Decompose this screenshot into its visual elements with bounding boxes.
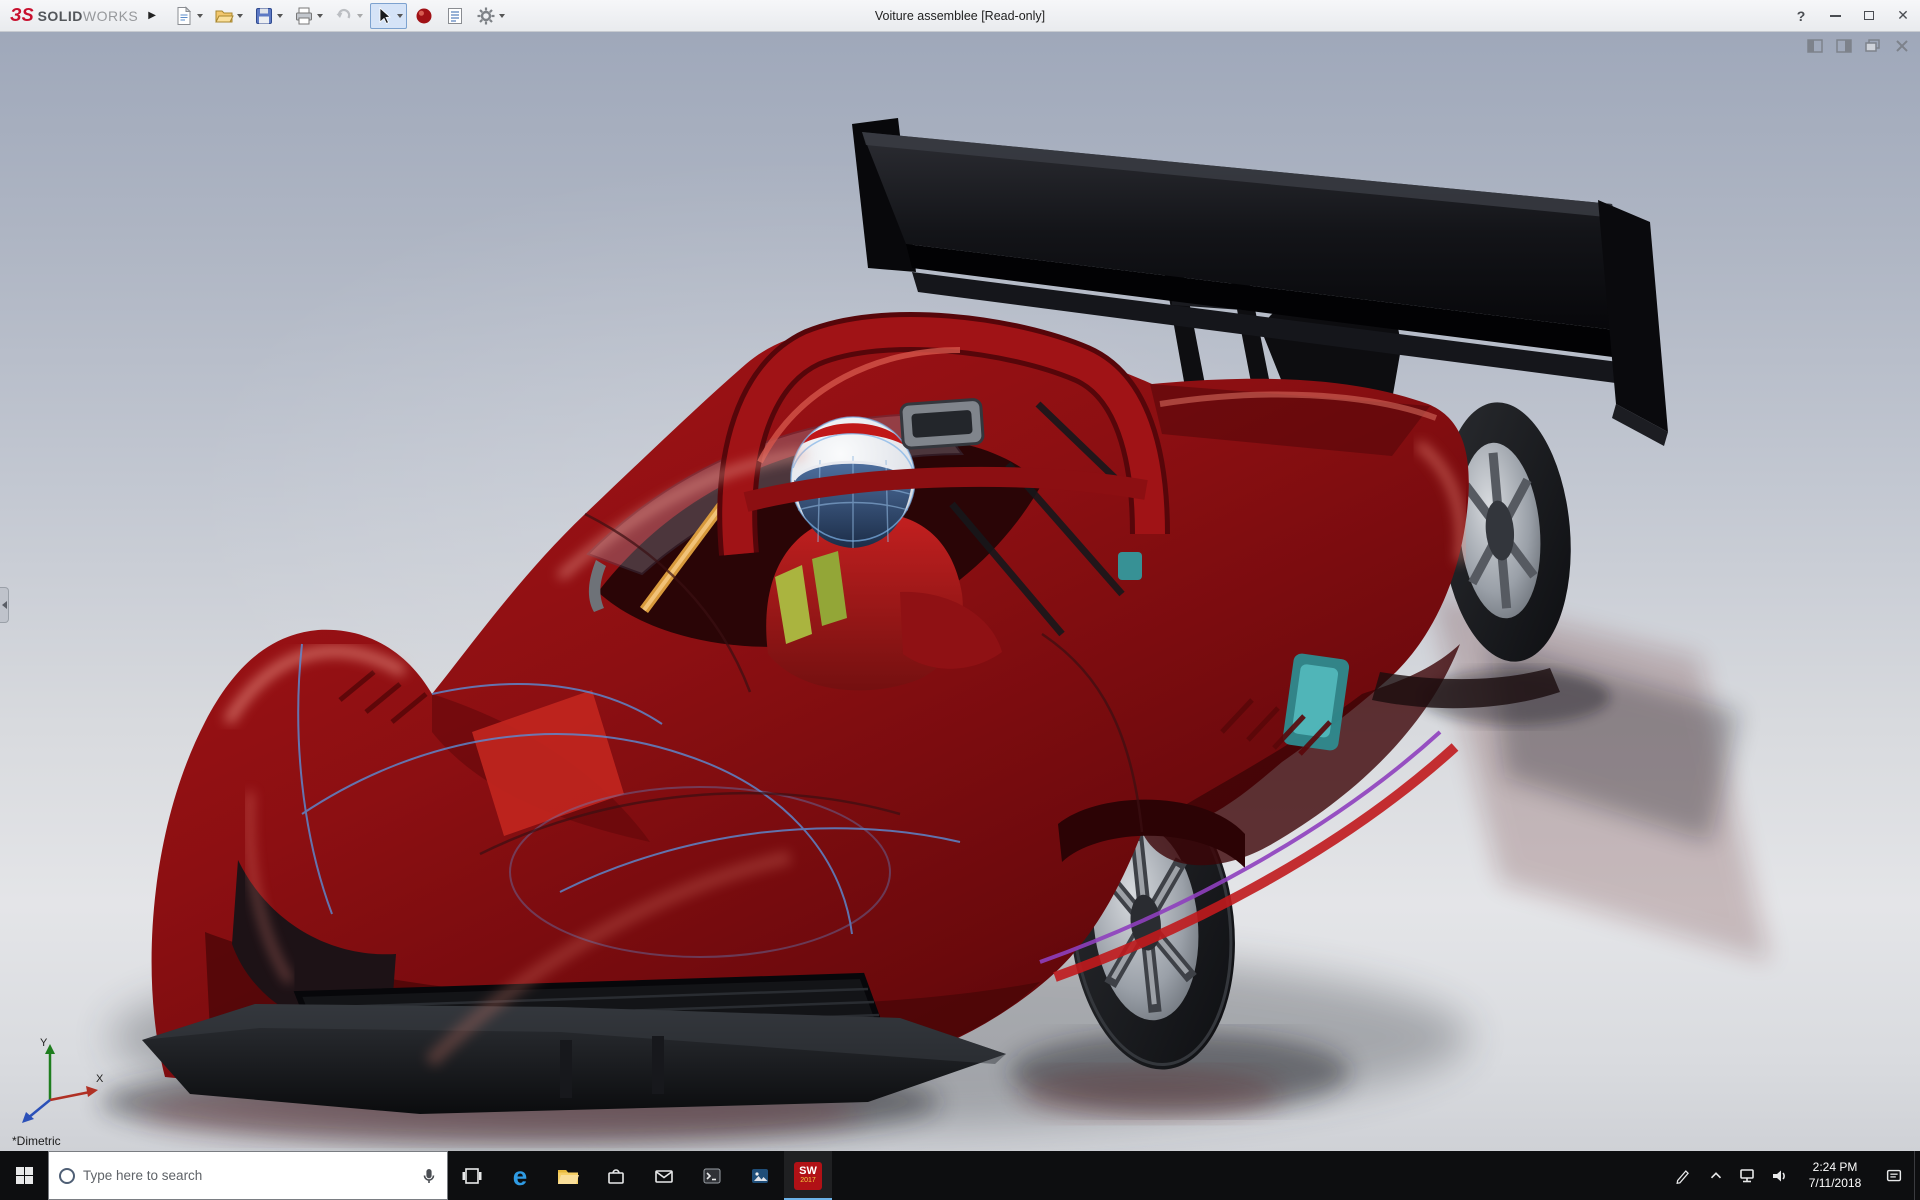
panel-collapse-handle[interactable] [0, 587, 9, 623]
close-icon [1895, 39, 1908, 52]
new-document-button[interactable] [170, 3, 207, 29]
help-button[interactable]: ? [1784, 0, 1818, 31]
task-view-button[interactable] [448, 1151, 496, 1200]
show-desktop-button[interactable] [1914, 1151, 1920, 1200]
appearance-sphere-icon [416, 8, 432, 23]
minimize-button[interactable] [1818, 0, 1852, 31]
pen-icon[interactable] [1668, 1151, 1700, 1200]
dropdown-caret [316, 13, 323, 18]
command-prompt-icon [703, 1168, 721, 1183]
undo-icon [336, 8, 351, 18]
dropdown-caret [498, 13, 505, 18]
taskbar-app-mail[interactable] [640, 1151, 688, 1200]
brand-works: WORKS [82, 8, 139, 24]
windows-taskbar: e SW 2017 2:24 PM 7/11/20 [0, 1151, 1920, 1200]
edge-icon: e [512, 1160, 528, 1191]
search-input[interactable] [83, 1168, 413, 1183]
window-controls: ? ✕ [1784, 0, 1920, 31]
system-tray: 2:24 PM 7/11/2018 [1668, 1151, 1920, 1200]
appearances-button[interactable] [410, 3, 438, 29]
search-circle-icon [59, 1167, 75, 1184]
maximize-icon [1864, 11, 1874, 20]
x-axis-arrow [86, 1086, 98, 1097]
save-icon [255, 7, 272, 24]
taskbar-app-store[interactable] [592, 1151, 640, 1200]
front-splitter [142, 1004, 1006, 1114]
clock-date: 7/11/2018 [1808, 1175, 1862, 1190]
options-gear-icon [477, 7, 495, 24]
photos-icon [752, 1168, 768, 1183]
select-tool-button[interactable] [369, 2, 407, 29]
close-document-button[interactable] [1893, 38, 1910, 53]
new-document-icon [177, 5, 192, 25]
taskbar-app-command-prompt[interactable] [688, 1151, 736, 1200]
print-icon [295, 7, 312, 24]
taskbar-app-solidworks-2017[interactable]: SW 2017 [784, 1151, 832, 1200]
taskbar-clock[interactable]: 2:24 PM 7/11/2018 [1796, 1151, 1874, 1200]
solidworks-logo: ЗS SOLID WORKS [0, 5, 144, 26]
task-view-icon [462, 1167, 482, 1184]
action-center-icon[interactable] [1874, 1151, 1914, 1200]
taskbar-app-file-explorer[interactable] [544, 1151, 592, 1200]
store-icon [608, 1168, 624, 1184]
select-cursor-icon [379, 6, 391, 24]
view-orientation-label: *Dimetric [12, 1134, 61, 1148]
file-properties-button[interactable] [441, 3, 469, 29]
solidworks-icon: SW 2017 [794, 1161, 822, 1190]
taskbar-search[interactable] [48, 1151, 448, 1200]
clock-time: 2:24 PM [1812, 1159, 1858, 1174]
quick-access-toolbar [170, 2, 509, 29]
microphone-icon[interactable] [419, 1166, 439, 1186]
orientation-triad: Y X [22, 1037, 104, 1123]
mail-icon [655, 1169, 673, 1183]
file-properties-icon [447, 7, 462, 24]
dassault-3ds-mark: ЗS [10, 5, 34, 25]
hidden-icons-chevron[interactable] [1700, 1151, 1732, 1200]
rear-view-mirror [899, 398, 985, 450]
restore-icon [1864, 38, 1880, 52]
undo-button[interactable] [330, 3, 367, 29]
network-icon[interactable] [1732, 1151, 1764, 1200]
tile-right-icon [1835, 38, 1852, 53]
document-window-controls [1806, 38, 1910, 53]
windows-logo-icon [15, 1167, 33, 1184]
y-axis-label: Y [40, 1037, 48, 1049]
dropdown-caret [356, 13, 363, 18]
volume-icon[interactable] [1764, 1151, 1796, 1200]
solidworks-titlebar: ЗS SOLID WORKS ▶ Voiture assemblee [Read… [0, 0, 1920, 32]
open-folder-icon [215, 10, 234, 22]
restore-document-button[interactable] [1864, 38, 1881, 53]
dropdown-caret [196, 13, 203, 18]
tile-right-button[interactable] [1835, 38, 1852, 53]
brand-solid: SOLID [37, 8, 83, 24]
close-button[interactable]: ✕ [1886, 0, 1920, 31]
document-title: Voiture assemblee [Read-only] [874, 8, 1046, 23]
maximize-button[interactable] [1852, 0, 1886, 31]
x-axis-label: X [96, 1073, 104, 1085]
print-button[interactable] [290, 3, 327, 29]
dropdown-caret [276, 13, 283, 18]
menu-expand-arrow[interactable]: ▶ [148, 10, 156, 21]
dropdown-caret [396, 13, 403, 18]
taskbar-app-edge[interactable]: e [496, 1151, 544, 1200]
dropdown-caret [236, 13, 243, 18]
taskbar-app-photos[interactable] [736, 1151, 784, 1200]
tile-left-button[interactable] [1806, 38, 1823, 53]
start-button[interactable] [0, 1151, 48, 1200]
open-button[interactable] [210, 3, 247, 29]
race-car-3d-render[interactable] [0, 32, 1920, 1151]
file-explorer-icon [558, 1169, 579, 1184]
save-button[interactable] [250, 3, 287, 29]
graphics-viewport[interactable]: Y X *Dimetric [0, 32, 1920, 1151]
options-button[interactable] [472, 3, 509, 29]
tile-left-icon [1806, 38, 1823, 53]
minimize-icon [1829, 14, 1841, 17]
